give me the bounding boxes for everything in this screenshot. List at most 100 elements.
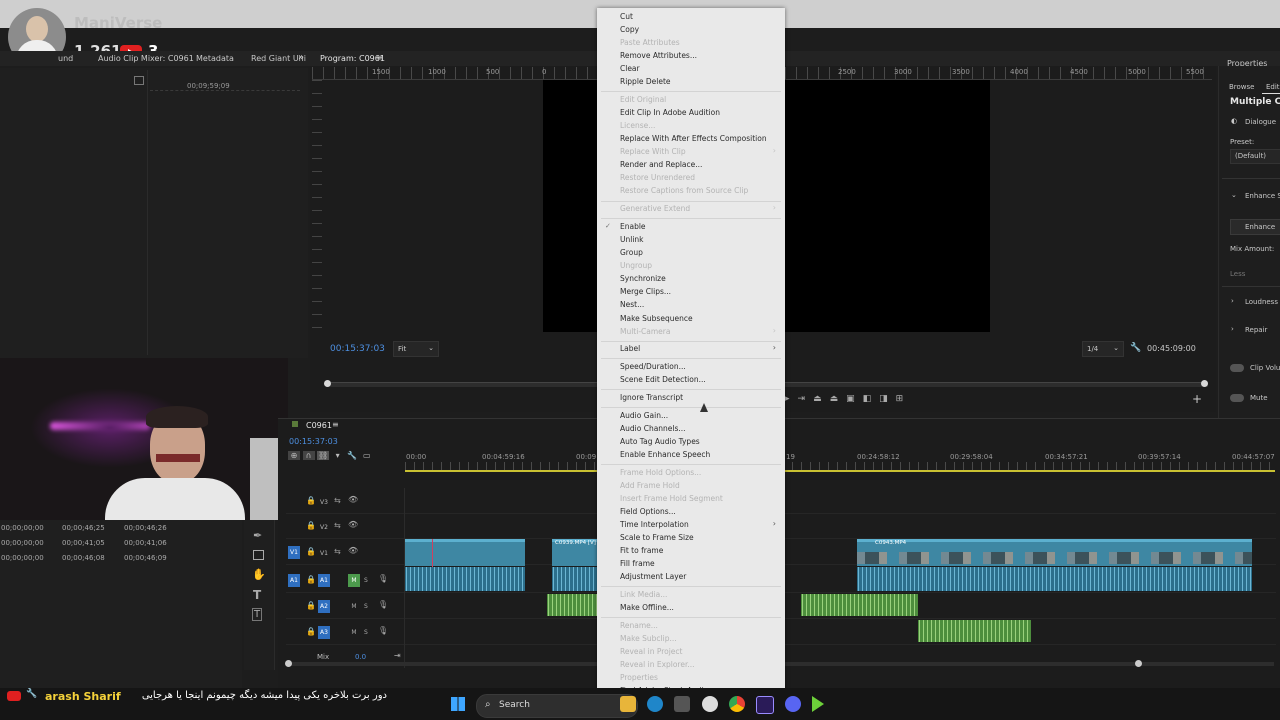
lift-icon[interactable]: ⏏	[813, 394, 830, 404]
resolution-dropdown[interactable]: 1/4 ⌄	[1082, 341, 1124, 357]
eye-icon[interactable]: 👁	[348, 546, 358, 555]
go-to-out-icon[interactable]: ⇥	[798, 394, 814, 404]
track-label[interactable]: V3	[318, 496, 330, 509]
go-to-end-icon[interactable]: ⇥	[394, 651, 401, 660]
menu-item-nest[interactable]: Nest...	[620, 300, 644, 309]
track-target[interactable]: V1	[288, 546, 300, 559]
menu-item-synchronize[interactable]: Synchronize	[620, 274, 666, 283]
zoom-end-handle[interactable]	[1135, 660, 1142, 667]
eye-icon[interactable]: 👁	[348, 520, 358, 529]
menu-item-remove-attributes[interactable]: Remove Attributes...	[620, 51, 697, 60]
menu-item-audio-channels[interactable]: Audio Channels...	[620, 424, 686, 433]
camera-icon[interactable]: ▣	[846, 394, 863, 404]
eye-icon[interactable]: 👁	[348, 495, 358, 504]
menu-item-clear[interactable]: Clear	[620, 64, 640, 73]
menu-item-copy[interactable]: Copy	[620, 25, 639, 34]
timeline-menu-icon[interactable]: ≡	[332, 420, 339, 429]
multicam-icon[interactable]: ⊞	[896, 394, 912, 404]
properties-tab-edit[interactable]: Edit	[1266, 83, 1280, 91]
loudness-label[interactable]: Loudness	[1245, 298, 1278, 306]
fit-dropdown[interactable]: Fit ⌄	[393, 341, 439, 357]
scrub-end-handle[interactable]	[1201, 380, 1208, 387]
menu-item-replace-with-after-effects-composition[interactable]: Replace With After Effects Composition	[620, 134, 767, 143]
sync-lock-icon[interactable]: ⇆	[334, 496, 341, 505]
marker-icon[interactable]: ▾	[332, 451, 344, 460]
menu-item-audio-gain[interactable]: Audio Gain...	[620, 411, 668, 420]
menu-item-auto-tag-audio-types[interactable]: Auto Tag Audio Types	[620, 437, 700, 446]
video-clip[interactable]: C0939.MP4 [V]	[552, 539, 598, 566]
captions-icon[interactable]: ▭	[361, 451, 373, 460]
clip-list-cell[interactable]: 00;00;46;09	[124, 554, 167, 562]
menu-item-scene-edit-detection[interactable]: Scene Edit Detection...	[620, 375, 706, 384]
microphone-icon[interactable]: 🎙	[378, 574, 388, 583]
track-label[interactable]: V1	[318, 547, 330, 560]
menu-item-group[interactable]: Group	[620, 248, 643, 257]
audio-clip[interactable]	[552, 567, 598, 591]
microphone-icon[interactable]: 🎙	[378, 626, 388, 635]
track-label[interactable]: A1	[318, 574, 330, 587]
track-label[interactable]: A3	[318, 626, 330, 639]
mute-button[interactable]: M	[348, 600, 360, 613]
vr-icon[interactable]: ◨	[879, 394, 896, 404]
microphone-icon[interactable]: 🎙	[378, 600, 388, 609]
tab-metadata[interactable]: Metadata	[196, 54, 234, 63]
compare-icon[interactable]: ◧	[863, 394, 880, 404]
premiere-pro-icon[interactable]	[756, 696, 774, 714]
nest-icon[interactable]: ⊕	[288, 451, 300, 460]
snap-icon[interactable]: ∩	[302, 451, 315, 460]
video-clip[interactable]	[405, 539, 525, 566]
track-target[interactable]: A1	[288, 574, 300, 587]
chevron-right-icon[interactable]: ›	[1231, 297, 1234, 305]
chevron-down-icon[interactable]: ⌄	[1231, 191, 1237, 199]
properties-tab-browse[interactable]: Browse	[1229, 83, 1255, 91]
sync-lock-icon[interactable]: ⇆	[334, 521, 341, 530]
mix-value[interactable]: 0.0	[355, 653, 366, 661]
menu-item-enable-enhance-speech[interactable]: Enable Enhance Speech	[620, 450, 710, 459]
menu-item-fit-to-frame[interactable]: Fit to frame	[620, 546, 663, 555]
menu-item-edit-clip-in-adobe-audition[interactable]: Edit Clip In Adobe Audition	[620, 108, 720, 117]
menu-item-render-and-replace[interactable]: Render and Replace...	[620, 160, 702, 169]
menu-item-ignore-transcript[interactable]: Ignore Transcript	[620, 393, 683, 402]
scrub-start-handle[interactable]	[324, 380, 331, 387]
pen-tool-icon[interactable]: ✒	[253, 529, 262, 542]
file-explorer-icon[interactable]	[620, 696, 636, 712]
rectangle-tool-icon[interactable]	[253, 550, 264, 560]
linked-selection-icon[interactable]: ⛓	[317, 451, 330, 460]
github-icon[interactable]	[702, 696, 718, 712]
lock-icon[interactable]: 🔒	[306, 496, 316, 505]
menu-item-speed-duration[interactable]: Speed/Duration...	[620, 362, 686, 371]
solo-button[interactable]: S	[364, 574, 368, 587]
windows-start-icon[interactable]	[451, 697, 465, 711]
timeline-tab[interactable]: C0961	[306, 421, 332, 430]
type-tool-icon[interactable]: T	[253, 588, 261, 602]
clip-list-cell[interactable]: 00;00;46;26	[124, 524, 167, 532]
solo-button[interactable]: S	[364, 600, 368, 613]
menu-item-make-subsequence[interactable]: Make Subsequence	[620, 314, 693, 323]
enhance-button[interactable]: Enhance	[1230, 219, 1280, 235]
clip-list-cell[interactable]: 00;00;41;06	[124, 539, 167, 547]
audio-clip[interactable]	[405, 567, 525, 591]
clip-list-cell[interactable]: 00;00;00;00	[1, 539, 44, 547]
menu-item-time-interpolation[interactable]: Time Interpolation	[620, 520, 689, 529]
video-clip[interactable]: C0943.MP4	[857, 539, 1252, 566]
edge-browser-icon[interactable]	[647, 696, 663, 712]
hand-tool-icon[interactable]: ✋	[252, 568, 266, 581]
menu-item-label[interactable]: Label	[620, 344, 640, 353]
preset-dropdown[interactable]: (Default)	[1230, 149, 1280, 164]
track-label[interactable]: V2	[318, 521, 330, 534]
audio-clip-a2[interactable]	[547, 594, 598, 616]
lock-icon[interactable]: 🔒	[306, 521, 316, 530]
clip-volume-toggle[interactable]	[1230, 364, 1244, 372]
program-menu-icon[interactable]: ≡	[376, 53, 383, 62]
add-button-icon[interactable]: +	[1192, 392, 1202, 406]
dock-icon[interactable]	[134, 76, 144, 85]
audio-clip-a2[interactable]	[801, 594, 918, 616]
tab-audio-clip-mixer[interactable]: Audio Clip Mixer: C0961	[98, 54, 194, 63]
menu-item-make-offline[interactable]: Make Offline...	[620, 603, 674, 612]
taskbar-search[interactable]: ⌕ Search	[476, 694, 638, 718]
timeline-timecode[interactable]: 00:15:37:03	[289, 437, 338, 446]
chrome-icon[interactable]	[729, 696, 745, 712]
clip-list-cell[interactable]: 00;00;46;08	[62, 554, 105, 562]
sync-lock-icon[interactable]: ⇆	[334, 547, 341, 556]
step-forward-icon[interactable]: ▸	[785, 394, 798, 404]
